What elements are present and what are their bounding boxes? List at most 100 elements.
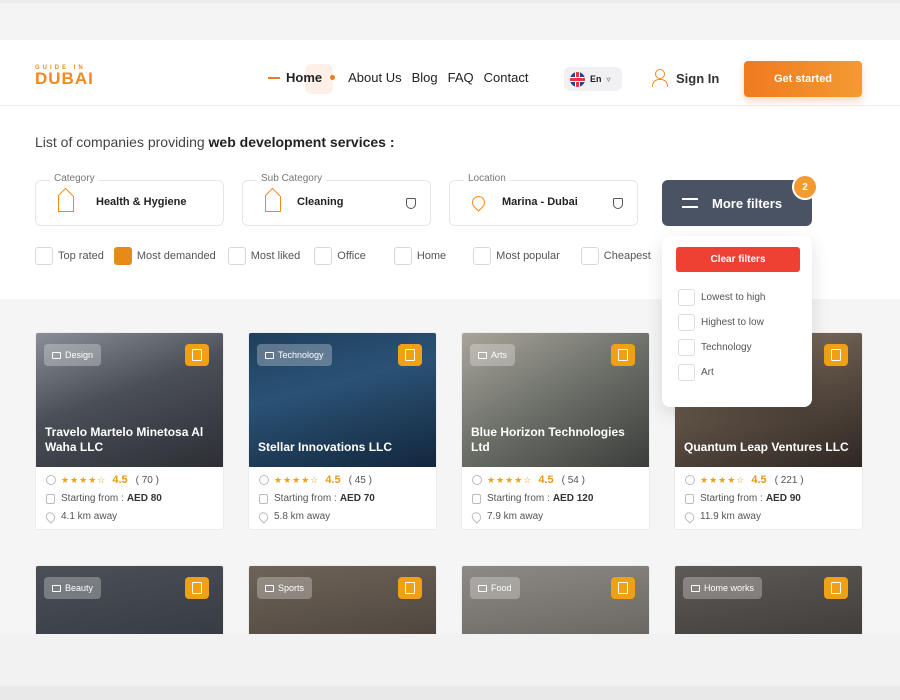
nav-home[interactable]: Home	[268, 70, 336, 85]
price-row: Starting from : AED 70	[259, 493, 426, 504]
company-card[interactable]: Sports	[248, 565, 437, 634]
check-most-popular[interactable]: Most popular	[473, 247, 560, 265]
price-icon	[259, 493, 268, 504]
sub-category-label: Sub Category	[257, 173, 327, 184]
card-image: Arts Blue Horizon Technologies Ltd	[462, 333, 649, 467]
logo[interactable]: GUIDE IN DUBAI	[35, 65, 94, 88]
clear-filters-button[interactable]: Clear filters	[676, 247, 800, 272]
tag-label: Technology	[278, 350, 324, 360]
sub-category-select[interactable]: Sub Category Cleaning	[242, 173, 431, 226]
location-pin-icon	[256, 509, 271, 524]
category-label: Category	[50, 173, 99, 184]
distance-row: 4.1 km away	[43, 509, 213, 524]
checkbox[interactable]	[678, 314, 695, 331]
category-tag: Sports	[257, 577, 313, 599]
shield-icon	[406, 198, 416, 209]
rating-score: 4.5	[325, 474, 341, 486]
check-top-rated[interactable]: Top rated	[35, 247, 104, 265]
location-label: Location	[464, 173, 510, 184]
checkbox[interactable]	[35, 247, 53, 265]
tag-icon	[691, 584, 700, 592]
tag-label: Arts	[491, 350, 508, 360]
price-row: Starting from : AED 90	[685, 493, 852, 504]
option-highest-to-low[interactable]: Highest to low	[678, 314, 764, 331]
user-icon	[652, 69, 668, 87]
card-image: Home works	[675, 566, 862, 634]
card-info: ★★★★☆ 4.5 ( 45 ) Starting from : AED 70 …	[249, 467, 436, 529]
rating-row: ★★★★☆ 4.5 ( 70 )	[46, 474, 213, 486]
company-card[interactable]: Design Travelo Martelo Minetosa Al Waha …	[35, 332, 224, 530]
rating-score: 4.5	[751, 474, 767, 486]
copy-icon[interactable]	[824, 344, 848, 366]
checkbox[interactable]	[314, 247, 333, 265]
checkbox[interactable]	[678, 289, 695, 306]
card-info: ★★★★☆ 4.5 ( 54 ) Starting from : AED 120…	[462, 467, 649, 529]
copy-icon[interactable]	[611, 577, 635, 599]
company-card[interactable]: Technology Stellar Innovations LLC ★★★★☆…	[248, 332, 437, 530]
option-label: Highest to low	[701, 317, 764, 328]
check-label: Cheapest	[603, 250, 651, 262]
check-most-liked[interactable]: Most liked	[227, 247, 300, 265]
distance-row: 7.9 km away	[469, 509, 639, 524]
nav-blog[interactable]: Blog	[412, 70, 438, 85]
copy-icon[interactable]	[185, 344, 209, 366]
copy-icon[interactable]	[398, 577, 422, 599]
review-count: ( 54 )	[561, 474, 585, 486]
checkbox[interactable]	[393, 247, 412, 265]
check-label: Most popular	[496, 250, 560, 262]
starting-label: Starting from :	[700, 493, 763, 504]
check-label: Most demanded	[136, 250, 216, 262]
house-icon	[265, 196, 281, 212]
rating-icon	[46, 475, 56, 485]
tag-label: Design	[65, 350, 94, 360]
location-select[interactable]: Location Marina - Dubai	[449, 173, 638, 226]
more-filters-button[interactable]: More filters	[662, 180, 812, 226]
company-card[interactable]: Arts Blue Horizon Technologies Ltd ★★★★☆…	[461, 332, 650, 530]
nav-about[interactable]: About Us	[348, 70, 401, 85]
rating-icon	[472, 475, 482, 485]
browser-top-bar	[0, 0, 900, 40]
check-office[interactable]: Office	[314, 247, 366, 265]
heading-service: web development services :	[208, 134, 395, 150]
copy-icon[interactable]	[824, 577, 848, 599]
distance-value: 4.1 km away	[61, 511, 118, 522]
checkbox-checked[interactable]	[113, 247, 132, 265]
checkbox[interactable]	[678, 339, 695, 356]
get-started-button[interactable]: Get started	[744, 61, 862, 97]
checkbox[interactable]	[473, 247, 492, 265]
company-card[interactable]: Beauty	[35, 565, 224, 634]
nav-faq[interactable]: FAQ	[448, 70, 474, 85]
option-art[interactable]: Art	[678, 364, 714, 381]
checkbox[interactable]	[678, 364, 695, 381]
copy-icon[interactable]	[185, 577, 209, 599]
option-label: Technology	[701, 342, 752, 353]
copy-icon[interactable]	[611, 344, 635, 366]
review-count: ( 45 )	[348, 474, 372, 486]
review-count: ( 221 )	[774, 474, 804, 486]
sliders-icon	[682, 196, 698, 210]
check-cheapest[interactable]: Cheapest	[580, 247, 651, 265]
nav-contact[interactable]: Contact	[484, 70, 529, 85]
check-home[interactable]: Home	[393, 247, 446, 265]
logo-big-text: DUBAI	[35, 69, 94, 88]
checkbox[interactable]	[580, 247, 599, 265]
language-selector[interactable]: En ▿	[564, 67, 622, 91]
sign-in-link[interactable]: Sign In	[652, 69, 719, 87]
category-select[interactable]: Category Health & Hygiene	[35, 173, 224, 226]
price-value: AED 80	[126, 493, 162, 504]
option-technology[interactable]: Technology	[678, 339, 752, 356]
tag-icon	[52, 351, 61, 359]
checkbox[interactable]	[227, 247, 246, 265]
company-card[interactable]: Home works	[674, 565, 863, 634]
bottom-bar	[0, 634, 900, 700]
copy-icon[interactable]	[398, 344, 422, 366]
company-card[interactable]: Food	[461, 565, 650, 634]
quick-filters: Top rated Most demanded Most liked Offic…	[35, 247, 651, 265]
option-lowest-to-high[interactable]: Lowest to high	[678, 289, 766, 306]
stars-icon: ★★★★☆	[487, 474, 533, 485]
card-image: Design Travelo Martelo Minetosa Al Waha …	[36, 333, 223, 467]
page-heading: List of companies providing web developm…	[35, 134, 395, 150]
starting-label: Starting from :	[487, 493, 550, 504]
check-most-demanded[interactable]: Most demanded	[113, 247, 216, 265]
starting-label: Starting from :	[61, 493, 124, 504]
